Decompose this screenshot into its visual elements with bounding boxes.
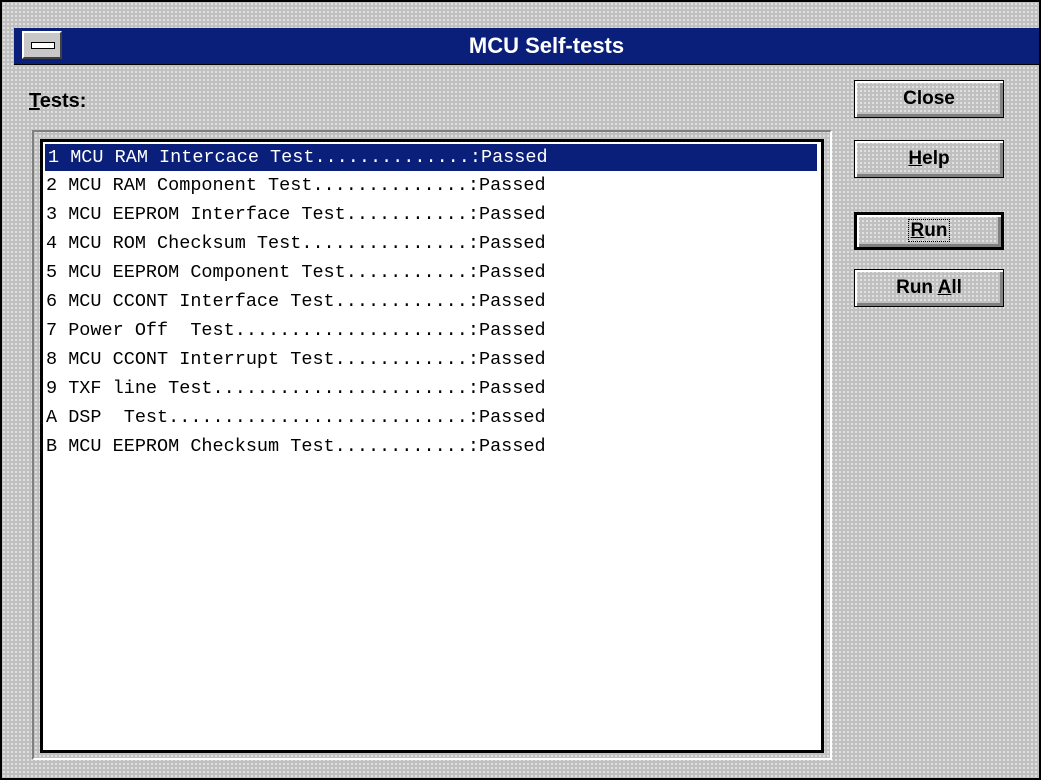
run-button-label: Run: [907, 219, 951, 242]
close-button[interactable]: Close: [854, 80, 1004, 118]
mcu-self-tests-dialog: MCU Self-tests Tests: 1 MCU RAM Intercac…: [0, 0, 1041, 780]
test-list-item[interactable]: 5 MCU EEPROM Component Test...........:P…: [43, 258, 821, 287]
test-list-item[interactable]: B MCU EEPROM Checksum Test............:P…: [43, 432, 821, 461]
tests-label-accelerator: T: [29, 90, 40, 112]
test-list-item[interactable]: 6 MCU CCONT Interface Test............:P…: [43, 287, 821, 316]
test-list-item[interactable]: 7 Power Off Test.....................:Pa…: [43, 316, 821, 345]
window-title: MCU Self-tests: [468, 33, 625, 58]
tests-label: Tests:: [29, 90, 86, 113]
test-list-item[interactable]: 3 MCU EEPROM Interface Test...........:P…: [43, 200, 821, 229]
system-menu-icon: [31, 42, 55, 49]
run-all-button-label: Run All: [896, 277, 962, 298]
run-all-button[interactable]: Run All: [854, 269, 1004, 307]
tests-listbox[interactable]: 1 MCU RAM Intercace Test..............:P…: [40, 139, 824, 753]
test-list-item[interactable]: 1 MCU RAM Intercace Test..............:P…: [45, 144, 817, 171]
help-button[interactable]: Help: [854, 140, 1004, 178]
help-button-label: Help: [908, 148, 950, 169]
test-list-item[interactable]: 8 MCU CCONT Interrupt Test............:P…: [43, 345, 821, 374]
test-list-item[interactable]: 4 MCU ROM Checksum Test...............:P…: [43, 229, 821, 258]
title-bar[interactable]: MCU Self-tests: [14, 28, 1039, 65]
test-list-item[interactable]: A DSP Test...........................:Pa…: [43, 403, 821, 432]
close-button-label: Close: [903, 88, 955, 109]
system-menu-button[interactable]: [22, 31, 62, 59]
test-list-item[interactable]: 2 MCU RAM Component Test..............:P…: [43, 171, 821, 200]
test-list-item[interactable]: 9 TXF line Test.......................:P…: [43, 374, 821, 403]
run-button[interactable]: Run: [854, 212, 1004, 250]
tests-label-text: ests:: [39, 90, 87, 112]
